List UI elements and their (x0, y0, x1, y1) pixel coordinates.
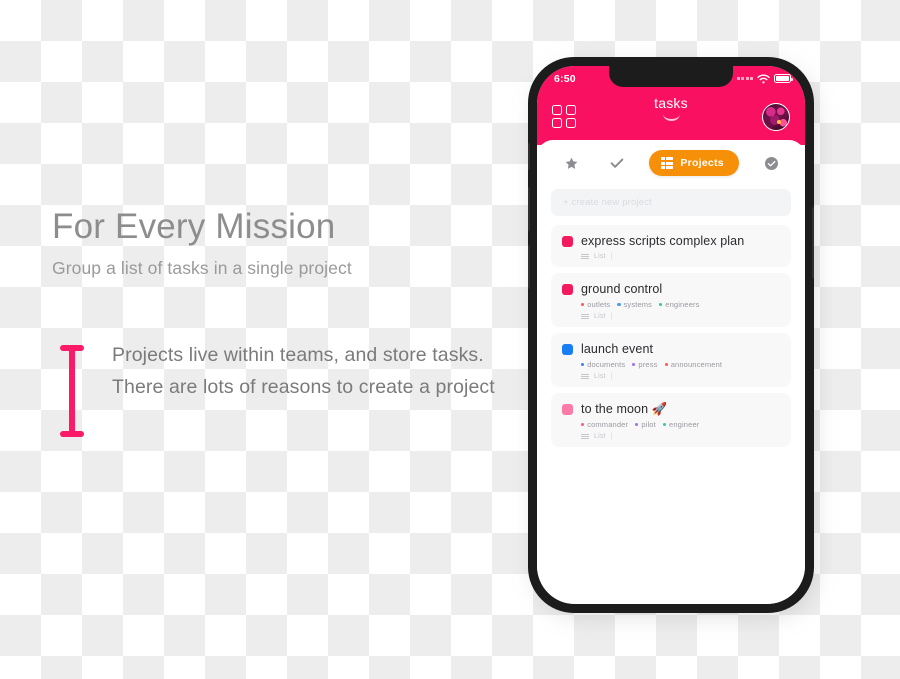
project-tag: press (632, 360, 657, 369)
project-tag-label: documents (587, 360, 626, 369)
list-lines-icon (581, 373, 589, 380)
marketing-copy: For Every Mission Group a list of tasks … (52, 206, 512, 279)
project-tag-label: commander (587, 420, 629, 429)
project-meta-label: List (594, 313, 606, 320)
volume-up-button[interactable] (528, 187, 530, 231)
project-card[interactable]: launch event documents press announcemen… (551, 333, 791, 387)
signal-dots-icon (736, 77, 753, 80)
tab-done[interactable] (757, 156, 785, 171)
status-clock: 6:50 (554, 72, 576, 85)
project-tag-label: engineers (665, 300, 700, 309)
project-tags: outlets systems engineers (581, 300, 780, 309)
phone-screen: 6:50 tasks Projects + create new project… (537, 66, 805, 604)
project-tag: engineers (659, 300, 699, 309)
page-title: For Every Mission (52, 207, 336, 246)
project-title: launch event (581, 342, 654, 356)
silent-switch-button[interactable] (528, 143, 530, 170)
check-circle-icon (764, 156, 778, 170)
app-content: Projects + create new project express sc… (537, 140, 805, 604)
phone-notch (609, 66, 733, 87)
project-color-swatch (562, 404, 573, 415)
project-meta-separator: | (610, 253, 613, 260)
list-icon (661, 156, 674, 170)
volume-down-button[interactable] (528, 245, 530, 289)
list-lines-icon (581, 433, 589, 440)
tab-favorites[interactable] (557, 156, 585, 171)
tab-completed[interactable] (603, 155, 631, 171)
project-tag-label: outlets (587, 300, 611, 309)
page-subtitle: Group a list of tasks in a single projec… (52, 258, 352, 278)
chevron-down-icon[interactable] (662, 114, 680, 121)
project-card[interactable]: ground control outlets systems engineers… (551, 273, 791, 327)
project-tag: announcement (664, 360, 723, 369)
project-meta-separator: | (610, 433, 613, 440)
project-tag-label: announcement (670, 360, 723, 369)
power-button[interactable] (812, 207, 814, 279)
list-lines-icon (581, 313, 589, 320)
marketing-body-text: Projects live within teams, and store ta… (112, 344, 495, 398)
wifi-icon (757, 74, 770, 83)
project-meta-separator: | (610, 313, 613, 320)
project-tag: systems (617, 300, 652, 309)
project-meta: List | (581, 373, 780, 380)
project-tag: commander (581, 420, 628, 429)
app-navbar: tasks (537, 88, 805, 145)
check-icon (610, 158, 624, 168)
project-tag-label: systems (623, 300, 653, 309)
project-tag-label: pilot (641, 420, 656, 429)
project-card[interactable]: to the moon 🚀 commander pilot engineer L… (551, 393, 791, 447)
project-meta-label: List (594, 253, 606, 260)
project-tag: engineer (662, 420, 700, 429)
project-tag: documents (581, 360, 625, 369)
project-title: express scripts complex plan (581, 234, 745, 248)
project-meta: List | (581, 253, 780, 260)
avatar[interactable] (762, 102, 790, 131)
list-lines-icon (581, 253, 589, 260)
project-meta-label: List (594, 373, 606, 380)
project-tag-label: press (638, 360, 658, 369)
project-meta-label: List (594, 433, 606, 440)
project-tag-label: engineer (669, 420, 700, 429)
grid-menu-icon[interactable] (552, 104, 576, 129)
phone-frame: 6:50 tasks Projects + create new project… (528, 57, 814, 613)
project-color-swatch (562, 344, 573, 355)
marketing-body-block: Projects live within teams, and store ta… (54, 340, 512, 439)
project-tag: outlets (581, 300, 610, 309)
project-meta: List | (581, 313, 780, 320)
project-tag: pilot (635, 420, 656, 429)
project-title: ground control (581, 282, 663, 296)
project-tags: commander pilot engineer (581, 420, 780, 429)
project-card[interactable]: express scripts complex plan List | (551, 225, 791, 267)
tab-projects-label: Projects (680, 157, 724, 169)
app-header: 6:50 tasks (537, 66, 805, 145)
project-list: express scripts complex plan List | grou… (548, 225, 794, 447)
project-color-swatch (562, 236, 573, 247)
create-project-placeholder: + create new project (563, 197, 652, 208)
battery-icon (774, 74, 793, 83)
tab-bar: Projects (548, 140, 794, 186)
phone-mockup: 6:50 tasks Projects + create new project… (528, 57, 822, 617)
star-icon (565, 157, 577, 169)
tab-projects[interactable]: Projects (649, 149, 739, 177)
project-title: to the moon 🚀 (581, 402, 668, 416)
project-meta: List | (581, 433, 780, 440)
project-tags: documents press announcement (581, 360, 780, 369)
i-bracket-icon (54, 343, 90, 439)
project-meta-separator: | (610, 373, 613, 380)
project-color-swatch (562, 284, 573, 295)
create-project-input[interactable]: + create new project (551, 189, 791, 216)
